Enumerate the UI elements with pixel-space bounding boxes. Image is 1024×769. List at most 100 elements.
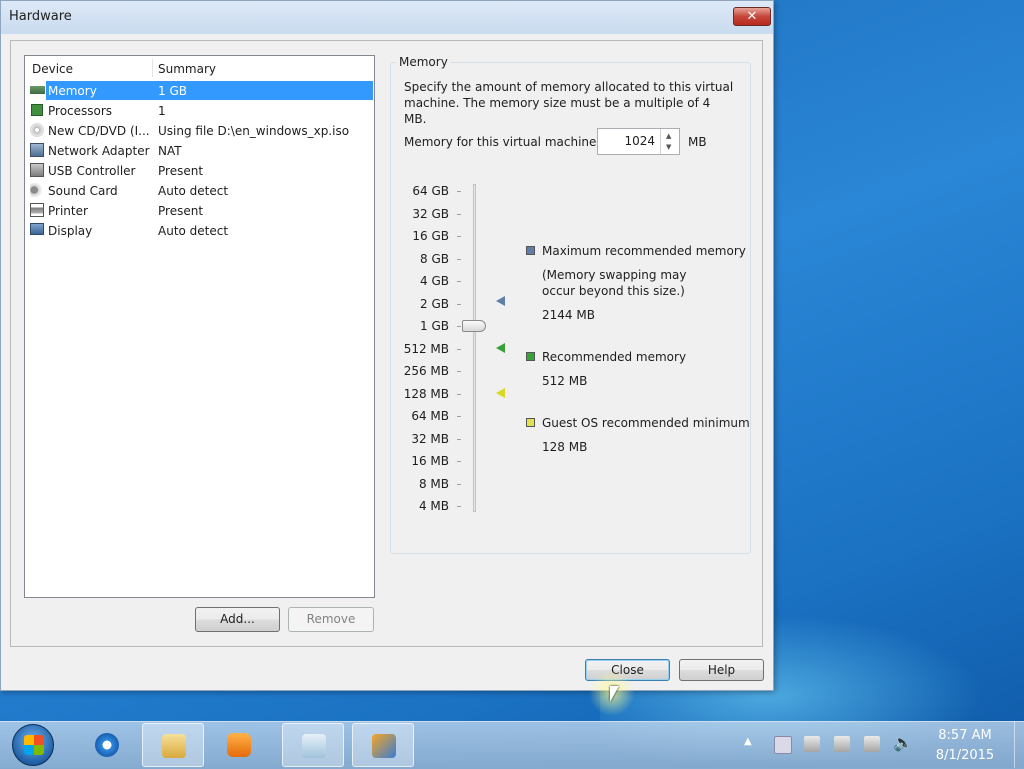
printer-icon — [30, 203, 44, 217]
title-bar[interactable]: Hardware ✕ — [1, 1, 773, 34]
memory-slider-track[interactable] — [473, 184, 476, 512]
memory-slider-thumb[interactable] — [462, 320, 486, 332]
scale-tick-label: 8 GB — [420, 251, 449, 266]
taskbar-app-file-explorer[interactable] — [142, 723, 204, 767]
max-recommended-marker-icon — [496, 296, 505, 306]
scale-tick-label: 256 MB — [403, 364, 449, 378]
memory-value[interactable]: 1024 — [624, 134, 655, 148]
scale-tick-mark — [457, 303, 461, 305]
scale-tick-mark — [457, 483, 461, 485]
scale-tick-label: 2 GB — [420, 296, 449, 311]
device-list[interactable]: Device Summary Memory 1 GB Processors 1 … — [24, 55, 375, 598]
column-separator[interactable] — [152, 59, 153, 77]
scale-tick-label: 16 GB — [412, 229, 449, 243]
device-summary: NAT — [158, 144, 182, 158]
file-explorer-icon — [162, 734, 186, 758]
scale-tick-mark — [457, 371, 461, 372]
scale-tick-mark — [457, 506, 461, 507]
scale-tick-label: 32 GB — [412, 206, 449, 221]
device-row-usb-controller[interactable]: USB Controller Present — [27, 161, 373, 180]
dialog-title: Hardware — [9, 9, 72, 24]
scale-tick-label: 8 MB — [418, 476, 449, 491]
start-button[interactable] — [12, 724, 54, 766]
tray-usb-icon[interactable] — [834, 736, 850, 752]
taskbar-app-notepad[interactable] — [282, 723, 344, 767]
show-desktop-button[interactable] — [1014, 721, 1024, 768]
tray-vmware-icon[interactable] — [774, 736, 792, 754]
volume-icon[interactable]: 🔈 — [893, 733, 913, 752]
device-row-processors[interactable]: Processors 1 — [27, 101, 373, 120]
device-row-display[interactable]: Display Auto detect — [27, 221, 373, 240]
help-button[interactable]: Help — [679, 659, 764, 681]
device-name: USB Controller — [48, 164, 136, 178]
clock-time: 8:57 AM — [938, 728, 992, 743]
taskbar-app-media-player[interactable] — [208, 723, 270, 767]
recommended-marker-icon — [496, 343, 505, 353]
device-list-header: Device Summary — [25, 56, 374, 80]
memory-unit: MB — [688, 135, 707, 149]
media-player-icon — [227, 733, 251, 757]
device-name: Processors — [48, 104, 113, 118]
scale-tick-mark — [457, 416, 461, 417]
max-recommended-note-1: (Memory swapping may — [542, 268, 687, 282]
memory-description: Specify the amount of memory allocated t… — [404, 80, 734, 126]
scale-tick-label: 512 MB — [403, 341, 449, 356]
device-row-printer[interactable]: Printer Present — [27, 201, 373, 220]
device-row-memory[interactable]: Memory 1 GB — [27, 81, 373, 100]
scale-tick-label: 4 GB — [420, 274, 449, 288]
taskbar-app-internet-explorer[interactable] — [76, 723, 138, 767]
notepad-icon — [302, 734, 326, 758]
spin-up-icon[interactable]: ▲ — [666, 132, 671, 140]
vmware-icon — [372, 734, 396, 758]
device-row-sound-card[interactable]: Sound Card Auto detect — [27, 181, 373, 200]
column-header-device[interactable]: Device — [32, 62, 73, 76]
usb-icon — [30, 163, 44, 177]
display-icon — [30, 223, 44, 235]
tray-device-icon[interactable] — [804, 736, 820, 752]
device-summary: Present — [158, 164, 204, 178]
tray-network-icon[interactable] — [864, 736, 880, 752]
scale-tick-mark — [457, 236, 461, 237]
device-summary: 1 GB — [158, 84, 187, 98]
device-row-network-adapter[interactable]: Network Adapter NAT — [27, 141, 373, 160]
taskbar-clock[interactable]: 8:57 AM 8/1/2015 — [925, 726, 1005, 766]
spin-down-icon[interactable]: ▼ — [666, 143, 671, 151]
memory-spinbox[interactable]: 1024 ▲ ▼ — [597, 128, 680, 155]
memory-group-title: Memory — [396, 55, 451, 69]
min-recommended-title: Guest OS recommended minimum — [542, 416, 750, 430]
scale-tick-mark — [457, 213, 461, 215]
device-summary: Auto detect — [158, 184, 229, 198]
internet-explorer-icon — [95, 733, 119, 757]
spin-buttons: ▲ ▼ — [660, 129, 679, 154]
device-summary: Auto detect — [158, 224, 229, 238]
add-button[interactable]: Add... — [195, 607, 280, 632]
show-hidden-icons-icon[interactable]: ▲ — [744, 736, 752, 747]
scale-tick-label: 1 GB — [420, 319, 449, 333]
scale-tick-mark — [457, 393, 461, 395]
recommended-value: 512 MB — [542, 374, 588, 388]
close-window-button[interactable]: ✕ — [733, 7, 771, 26]
max-recommended-note-2: occur beyond this size.) — [542, 284, 685, 298]
device-summary: 1 — [158, 104, 166, 118]
scale-tick-label: 32 MB — [411, 431, 449, 446]
cd-dvd-icon — [30, 123, 44, 137]
device-row-cd-dvd[interactable]: New CD/DVD (I... Using file D:\en_window… — [27, 121, 373, 140]
device-name: Memory — [48, 84, 97, 98]
memory-field-label: Memory for this virtual machine: — [404, 135, 601, 149]
clock-date: 8/1/2015 — [935, 748, 995, 763]
max-recommended-legend-icon — [526, 246, 535, 255]
scale-tick-label: 64 MB — [411, 409, 449, 423]
column-header-summary[interactable]: Summary — [158, 62, 216, 76]
scale-tick-mark — [457, 326, 461, 327]
device-summary: Present — [158, 204, 204, 218]
taskbar-app-vmware[interactable] — [352, 723, 414, 767]
processor-icon — [31, 104, 43, 116]
memory-icon — [30, 86, 45, 94]
device-summary: Using file D:\en_windows_xp.iso — [158, 124, 350, 138]
min-recommended-value: 128 MB — [542, 440, 588, 454]
mouse-cursor-icon — [610, 686, 619, 702]
remove-button[interactable]: Remove — [288, 607, 374, 632]
device-name: Printer — [48, 204, 88, 218]
min-recommended-legend-icon — [526, 418, 535, 427]
max-recommended-value: 2144 MB — [542, 308, 595, 322]
